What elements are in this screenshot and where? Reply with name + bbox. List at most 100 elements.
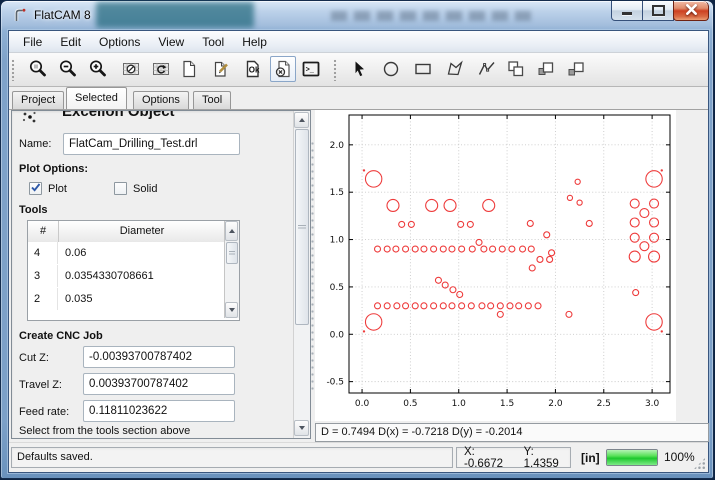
menu-options[interactable]: Options [90, 32, 149, 52]
status-bar: Defaults saved. X: -0.6672 Y: 1.4359 [in… [9, 442, 708, 472]
col-header-diameter[interactable]: Diameter [59, 221, 225, 242]
draw-polygon-button[interactable] [442, 56, 468, 82]
zoom-in-button[interactable] [85, 56, 111, 82]
arrow-down-icon [229, 308, 235, 312]
svg-text:-0.5: -0.5 [326, 378, 344, 388]
splitter-grip [311, 140, 314, 390]
app-window: FlatCAM 8 File Edit Options View Tool He… [0, 0, 714, 479]
solid-checkbox[interactable] [114, 182, 127, 195]
tab-project[interactable]: Project [12, 91, 64, 109]
distance-readout: D = 0.7494 D(x) = -0.7218 D(y) = -0.2014 [315, 423, 709, 442]
tool-number: 3 [28, 265, 58, 287]
new-project-button[interactable] [176, 56, 202, 82]
menu-view[interactable]: View [149, 32, 193, 52]
delete-object-button[interactable] [270, 56, 296, 82]
panel-scrollbar[interactable] [293, 111, 310, 438]
menu-bar: File Edit Options View Tool Help [9, 31, 708, 53]
tool-diameter: 0.0354330708661 [59, 265, 225, 287]
drill-pattern-icon [21, 110, 39, 130]
cut-z-label: Cut Z: [19, 352, 49, 364]
edit-object-button[interactable] [208, 56, 234, 82]
draw-polyline-button[interactable] [474, 56, 500, 82]
main-content: Excellon Object Name: FlatCam_Drilling_T… [9, 110, 708, 440]
scrollbar-thumb[interactable] [295, 129, 309, 325]
flatcam-logo-icon [11, 7, 28, 24]
zoom-out-button[interactable] [55, 56, 81, 82]
draw-rectangle-button[interactable] [410, 56, 436, 82]
feed-rate-input[interactable]: 0.11811023622 [83, 400, 235, 422]
units-indicator: [in] [581, 451, 600, 465]
tool-diameter: 0.06 [59, 242, 225, 264]
accept-object-button[interactable]: Ok [240, 56, 266, 82]
pointer-tool-button[interactable] [348, 56, 374, 82]
name-input[interactable]: FlatCam_Drilling_Test.drl [63, 133, 240, 155]
col-header-number[interactable]: # [28, 221, 59, 242]
zoom-fit-button[interactable] [25, 56, 51, 82]
cut-z-input[interactable]: -0.00393700787402 [83, 346, 235, 368]
svg-text:1.5: 1.5 [330, 188, 344, 198]
plot-checkbox[interactable] [29, 182, 42, 195]
polyline-icon [477, 59, 497, 79]
close-button[interactable] [673, 1, 709, 21]
table-row[interactable]: 3 0.0354330708661 [28, 265, 225, 289]
menu-edit[interactable]: Edit [51, 32, 90, 52]
copy-geometry-button[interactable] [533, 56, 559, 82]
command-shell-button[interactable]: >_ [298, 56, 324, 82]
tab-tool[interactable]: Tool [193, 91, 231, 109]
menu-help[interactable]: Help [233, 32, 276, 52]
svg-text:0.5: 0.5 [330, 283, 344, 293]
svg-text:3.0: 3.0 [645, 399, 660, 409]
clear-plot-button[interactable] [118, 56, 144, 82]
titlebar[interactable]: FlatCAM 8 [1, 1, 713, 30]
tab-selected[interactable]: Selected [66, 87, 127, 109]
arrow-up-icon [299, 118, 305, 122]
clear-plot-icon [121, 59, 141, 79]
table-row[interactable]: 4 0.06 [28, 242, 225, 266]
tools-label: Tools [19, 204, 48, 216]
table-scrollbar[interactable] [224, 221, 239, 318]
scroll-down-button[interactable] [225, 302, 238, 318]
edit-document-icon [211, 59, 231, 79]
svg-text:2.5: 2.5 [597, 399, 611, 409]
replot-button[interactable] [148, 56, 174, 82]
menu-tool[interactable]: Tool [193, 32, 233, 52]
svg-text:2.0: 2.0 [548, 399, 563, 409]
travel-z-input[interactable]: 0.00393700787402 [83, 373, 235, 395]
svg-text:0.0: 0.0 [355, 399, 370, 409]
minimize-icon [622, 12, 632, 15]
table-header-row: # Diameter [28, 221, 225, 243]
coord-y: Y: 1.4359 [524, 446, 570, 470]
client-area: File Edit Options View Tool Help [8, 30, 709, 473]
minimize-button[interactable] [611, 1, 643, 21]
copy-excellon-button[interactable] [563, 56, 589, 82]
maximize-button[interactable] [642, 1, 674, 21]
scroll-down-button[interactable] [294, 420, 309, 436]
menu-file[interactable]: File [14, 32, 51, 52]
scroll-up-button[interactable] [294, 112, 309, 128]
check-icon [29, 181, 42, 194]
progress-bar [606, 449, 658, 466]
toolbar-grip[interactable] [333, 59, 337, 81]
plot-checkbox-label[interactable]: Plot [48, 183, 67, 195]
scrollbar-thumb[interactable] [226, 242, 238, 264]
tools-table: # Diameter 4 0.06 3 0.0354330708661 2 0.… [27, 220, 240, 321]
copy-objects-button[interactable] [503, 56, 529, 82]
svg-text:0.0: 0.0 [330, 330, 345, 340]
svg-text:1.0: 1.0 [452, 399, 467, 409]
panel-title-clipped: Excellon Object [62, 111, 277, 124]
table-row[interactable]: 2 0.035 [28, 288, 225, 312]
arrow-down-icon [299, 426, 305, 430]
selected-object-panel: Excellon Object Name: FlatCam_Drilling_T… [11, 110, 311, 439]
terminal-icon: >_ [301, 59, 321, 79]
thumb-grip [298, 225, 306, 230]
toolbar-grip[interactable] [11, 59, 15, 81]
feed-rate-label: Feed rate: [19, 406, 69, 418]
plot-canvas[interactable]: 0.00.51.01.52.02.53.0-0.50.00.51.01.52.0 [315, 110, 676, 421]
tab-options[interactable]: Options [133, 91, 189, 109]
scroll-up-button[interactable] [225, 221, 238, 241]
draw-circle-button[interactable] [378, 56, 404, 82]
tools-hint-text: Select from the tools section above [19, 425, 190, 437]
toolbar: Ok >_ [9, 53, 708, 87]
status-message: Defaults saved. [11, 447, 453, 468]
solid-checkbox-label[interactable]: Solid [133, 183, 157, 195]
